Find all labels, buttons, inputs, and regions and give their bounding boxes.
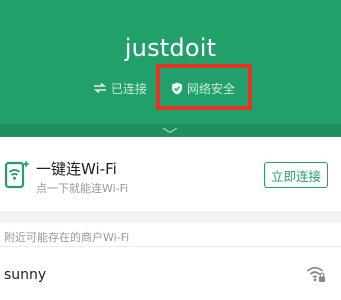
wifi-list-item[interactable]: sunny <box>0 248 341 300</box>
connected-arrows-icon <box>93 82 107 94</box>
wifi-name: sunny <box>4 267 47 283</box>
collapse-toggle[interactable] <box>0 124 341 137</box>
connected-status: 已连接 <box>93 80 147 96</box>
oneclick-wifi-row[interactable]: 一键连Wi-Fi 点一下就能连Wi-Fi 立即连接 <box>0 137 341 211</box>
connection-header: justdoit 已连接 网络安全 <box>0 0 341 124</box>
oneclick-title: 一键连Wi-Fi <box>36 160 117 178</box>
nearby-section-header: 附近可能存在的商户Wi-Fi <box>0 223 341 247</box>
annotation-highlight-box <box>156 64 252 110</box>
connect-now-button[interactable]: 立即连接 <box>264 162 328 188</box>
connected-ssid: justdoit <box>124 34 217 62</box>
section-divider <box>0 211 341 223</box>
connected-status-label: 已连接 <box>111 81 148 96</box>
wifi-phone-icon <box>4 160 30 189</box>
nearby-section-title: 附近可能存在的商户Wi-Fi <box>4 231 130 244</box>
chevron-down-icon <box>162 127 178 134</box>
oneclick-subtitle: 点一下就能连Wi-Fi <box>36 182 129 195</box>
wifi-locked-signal-icon <box>306 266 325 282</box>
